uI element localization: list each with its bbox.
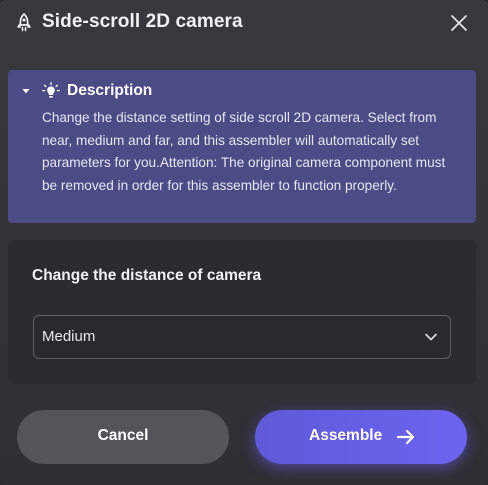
assemble-button[interactable]: Assemble	[255, 410, 467, 464]
description-panel: Description Change the distance setting …	[8, 70, 476, 223]
dialog-header: Side-scroll 2D camera	[0, 0, 488, 48]
camera-distance-label: Change the distance of camera	[32, 267, 262, 284]
caret-down-icon	[22, 89, 30, 94]
cancel-button-label: Cancel	[97, 427, 149, 444]
select-value: Medium	[42, 328, 96, 345]
description-toggle[interactable]: Description	[22, 81, 182, 101]
dialog-title: Side-scroll 2D camera	[42, 11, 243, 32]
camera-distance-select[interactable]: Medium	[33, 315, 451, 359]
chevron-down-icon	[425, 333, 437, 341]
lightbulb-icon	[42, 82, 60, 98]
description-text: Change the distance setting of side scro…	[42, 110, 446, 193]
cancel-button[interactable]: Cancel	[17, 410, 229, 464]
close-button[interactable]	[447, 11, 471, 35]
assemble-button-label: Assemble	[309, 427, 383, 444]
camera-distance-card: Change the distance of camera Medium	[8, 240, 476, 384]
arrow-right-icon	[396, 429, 415, 445]
close-icon	[451, 15, 467, 31]
side-scroll-camera-dialog: Side-scroll 2D camera Description Change…	[0, 0, 488, 485]
rocket-icon	[17, 13, 31, 32]
description-title: Description	[67, 82, 153, 99]
